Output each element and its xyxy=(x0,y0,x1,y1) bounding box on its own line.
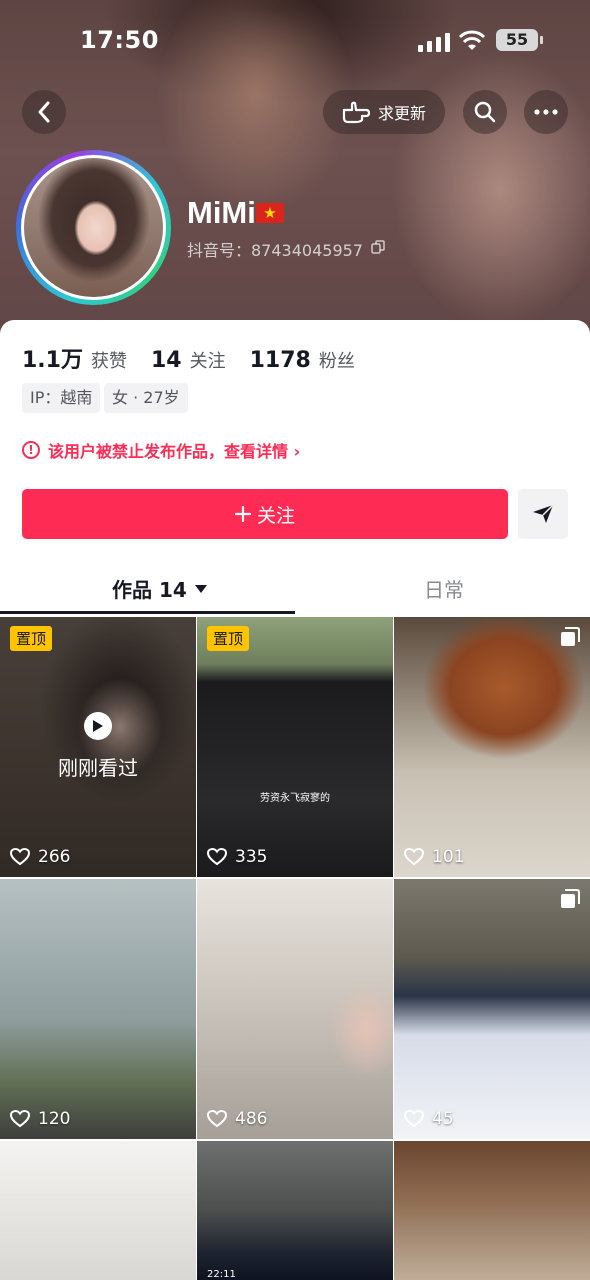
ban-warning-text: 该用户被禁止发布作品，查看详情 › xyxy=(48,442,301,461)
image-set-icon xyxy=(561,627,580,646)
likes-count: 45 xyxy=(432,1109,454,1129)
likes-overlay: 101 xyxy=(404,847,464,867)
warning-icon: ! xyxy=(22,441,40,459)
heart-icon xyxy=(207,1110,227,1128)
wifi-icon xyxy=(458,30,486,50)
video-thumbnail[interactable]: 45 xyxy=(394,879,590,1139)
video-thumbnail[interactable] xyxy=(0,1141,196,1280)
back-button[interactable] xyxy=(22,90,66,134)
avatar-image xyxy=(24,158,163,297)
pinned-badge: 置顶 xyxy=(10,626,53,651)
followers-label: 粉丝 xyxy=(318,351,355,372)
likes-count: 486 xyxy=(235,1109,268,1129)
likes-label: 获赞 xyxy=(90,351,127,372)
plus-icon xyxy=(234,506,251,522)
just-viewed-label: 刚刚看过 xyxy=(58,756,138,780)
ban-warning[interactable]: ! 该用户被禁止发布作品，查看详情 › xyxy=(22,438,300,462)
chevron-left-icon xyxy=(38,101,50,123)
video-thumbnail[interactable]: 置顶 劳资永飞寂寥的 335 xyxy=(197,617,393,877)
caret-down-icon xyxy=(194,584,207,593)
video-thumbnail[interactable] xyxy=(394,1141,590,1280)
heart-icon xyxy=(10,848,30,866)
video-caption: 劳资永飞寂寥的 xyxy=(260,793,330,804)
thumbnail-time: 22:11 xyxy=(207,1269,236,1280)
likes-overlay: 45 xyxy=(404,1109,454,1129)
following-count[interactable]: 14 xyxy=(151,348,182,373)
likes-count: 266 xyxy=(38,847,71,867)
signal-icon xyxy=(418,33,450,52)
likes-count: 120 xyxy=(38,1109,71,1129)
video-thumbnail[interactable]: 101 xyxy=(394,617,590,877)
douyin-id: 抖音号：87434045957 xyxy=(187,241,363,260)
avatar-frame xyxy=(21,155,166,300)
tab-works-label: 作品 14 xyxy=(112,578,187,602)
pointing-hand-icon xyxy=(342,101,370,124)
stats-row: 1.1万 获赞 14 关注 1178 粉丝 xyxy=(22,342,379,374)
heart-icon xyxy=(404,848,424,866)
more-button[interactable] xyxy=(524,90,568,134)
video-thumbnail[interactable]: 120 xyxy=(0,879,196,1139)
profile-card: 1.1万 获赞 14 关注 1178 粉丝 IP：越南 女 · 27岁 ! 该用… xyxy=(0,320,590,1280)
battery-indicator: 55 xyxy=(496,29,543,51)
pinned-badge: 置顶 xyxy=(207,626,250,651)
tab-daily[interactable]: 日常 xyxy=(424,574,464,603)
likes-count[interactable]: 1.1万 xyxy=(22,342,83,374)
likes-overlay: 335 xyxy=(207,847,267,867)
follow-label: 关注 xyxy=(256,504,295,527)
heart-icon xyxy=(10,1110,30,1128)
request-update-button[interactable]: 求更新 xyxy=(323,90,445,134)
status-time: 17:50 xyxy=(80,26,159,54)
just-viewed-overlay: 刚刚看过 xyxy=(0,712,196,781)
likes-overlay: 120 xyxy=(10,1109,70,1129)
search-icon xyxy=(474,101,496,123)
request-update-label: 求更新 xyxy=(377,104,426,123)
video-thumbnail[interactable]: 置顶 刚刚看过 266 xyxy=(0,617,196,877)
tab-works[interactable]: 作品 14 xyxy=(112,574,207,603)
tab-underline xyxy=(0,611,295,614)
play-icon xyxy=(84,712,112,740)
status-bar: 17:50 55 xyxy=(0,22,590,62)
followers-count[interactable]: 1178 xyxy=(250,348,311,373)
gender-age-tag: 女 · 27岁 xyxy=(104,383,188,413)
search-button[interactable] xyxy=(463,90,507,134)
following-label: 关注 xyxy=(189,351,226,372)
profile-name: MiMi xyxy=(187,195,256,230)
likes-overlay: 486 xyxy=(207,1109,267,1129)
image-set-icon xyxy=(561,889,580,908)
copy-icon[interactable] xyxy=(371,240,385,254)
more-dots-icon xyxy=(534,109,558,115)
video-grid: 置顶 刚刚看过 266 置顶 劳资永飞寂寥的 335 101 120 486 4… xyxy=(0,617,590,1280)
follow-button[interactable]: 关注 xyxy=(22,489,508,539)
likes-count: 335 xyxy=(235,847,268,867)
likes-overlay: 266 xyxy=(10,847,70,867)
share-button[interactable] xyxy=(518,489,568,539)
send-icon xyxy=(533,504,554,523)
avatar[interactable] xyxy=(16,150,171,305)
heart-icon xyxy=(207,848,227,866)
vietnam-flag-icon: ★ xyxy=(256,203,284,223)
video-thumbnail[interactable]: 22:11 xyxy=(197,1141,393,1280)
ip-tag: IP：越南 xyxy=(22,383,101,413)
likes-count: 101 xyxy=(432,847,465,867)
heart-icon xyxy=(404,1110,424,1128)
video-thumbnail[interactable]: 486 xyxy=(197,879,393,1139)
content-tabs: 作品 14 日常 xyxy=(0,564,590,614)
